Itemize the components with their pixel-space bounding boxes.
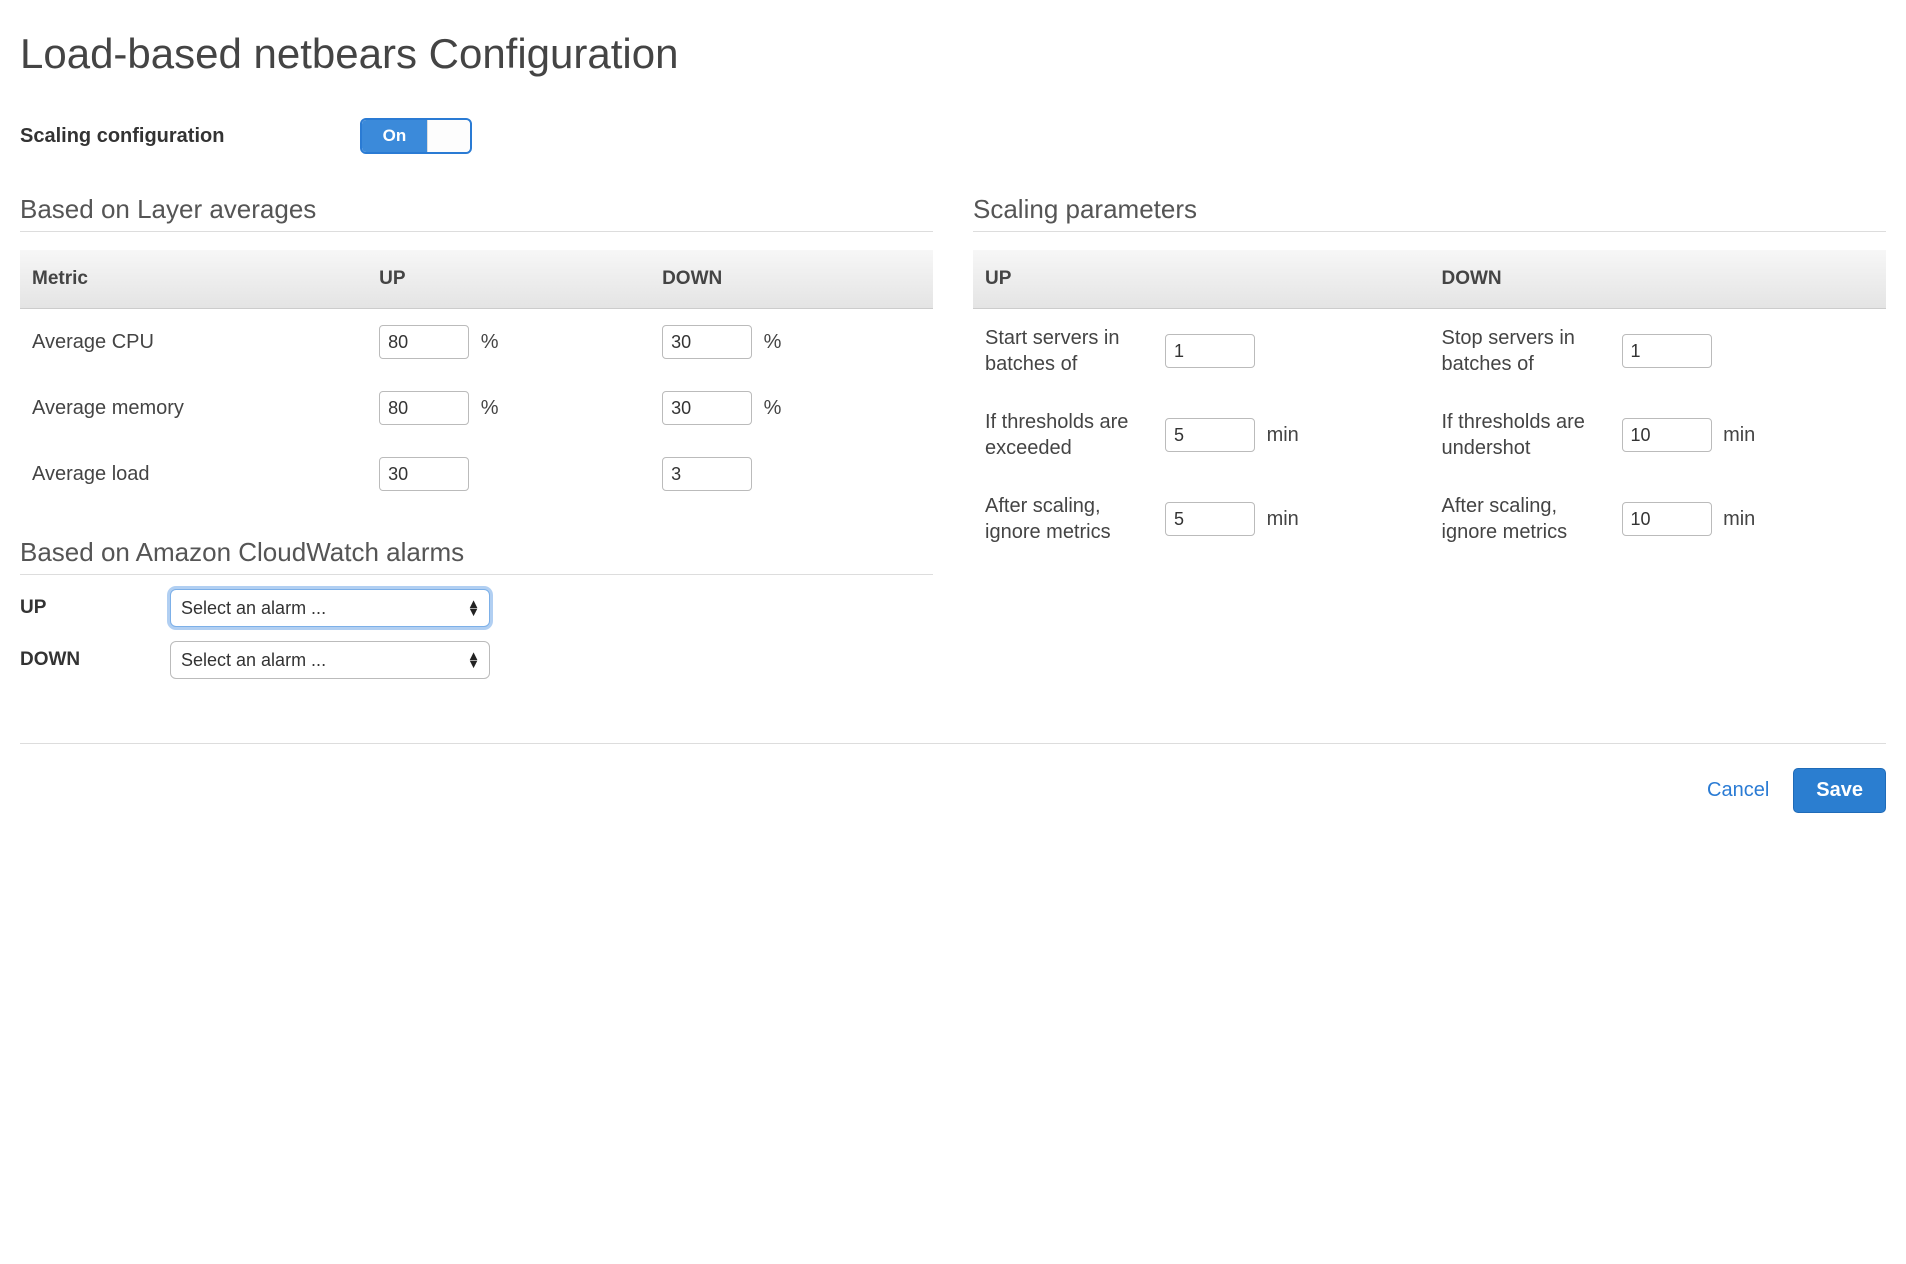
scaling-params-table: UP DOWN Start servers in batches of Stop… — [973, 250, 1886, 561]
unit-label: min — [1723, 424, 1755, 446]
cloudwatch-title: Based on Amazon CloudWatch alarms — [20, 537, 933, 575]
avg-cpu-up-input[interactable] — [379, 325, 469, 359]
unit-label: min — [1723, 508, 1755, 530]
col-up: UP — [973, 250, 1430, 309]
stop-batches-input[interactable] — [1622, 334, 1712, 368]
col-down: DOWN — [650, 250, 933, 309]
save-button[interactable]: Save — [1793, 768, 1886, 813]
layer-averages-table: Metric UP DOWN Average CPU % % — [20, 250, 933, 507]
unit-label: % — [764, 331, 782, 353]
table-row: Average memory % % — [20, 375, 933, 441]
col-metric: Metric — [20, 250, 367, 309]
layer-averages-title: Based on Layer averages — [20, 194, 933, 232]
metric-label: Average CPU — [20, 309, 367, 376]
col-up: UP — [367, 250, 650, 309]
metric-label: Average memory — [20, 375, 367, 441]
cloudwatch-up-select[interactable]: Select an alarm ... — [170, 589, 490, 627]
start-batches-input[interactable] — [1165, 334, 1255, 368]
avg-cpu-down-input[interactable] — [662, 325, 752, 359]
toggle-knob — [427, 120, 470, 152]
param-label: Stop servers in batches of — [1430, 309, 1610, 394]
scaling-params-title: Scaling parameters — [973, 194, 1886, 232]
param-label: If thresholds are exceeded — [973, 393, 1153, 477]
table-row: Average load — [20, 441, 933, 507]
unit-label: % — [481, 331, 499, 353]
cancel-button[interactable]: Cancel — [1707, 779, 1769, 802]
avg-memory-down-input[interactable] — [662, 391, 752, 425]
param-label: After scaling, ignore metrics — [973, 477, 1153, 561]
table-row: If thresholds are exceeded min If thresh… — [973, 393, 1886, 477]
param-label: If thresholds are undershot — [1430, 393, 1610, 477]
toggle-on-label: On — [362, 120, 427, 152]
ignore-up-input[interactable] — [1165, 502, 1255, 536]
col-down: DOWN — [1430, 250, 1887, 309]
threshold-undershot-input[interactable] — [1622, 418, 1712, 452]
param-label: Start servers in batches of — [973, 309, 1153, 394]
avg-load-up-input[interactable] — [379, 457, 469, 491]
avg-load-down-input[interactable] — [662, 457, 752, 491]
cloudwatch-up-label: UP — [20, 597, 170, 619]
table-row: After scaling, ignore metrics min After … — [973, 477, 1886, 561]
param-label: After scaling, ignore metrics — [1430, 477, 1610, 561]
table-row: Average CPU % % — [20, 309, 933, 376]
unit-label: % — [764, 397, 782, 419]
ignore-down-input[interactable] — [1622, 502, 1712, 536]
cloudwatch-down-select[interactable]: Select an alarm ... — [170, 641, 490, 679]
unit-label: min — [1267, 424, 1299, 446]
scaling-config-label: Scaling configuration — [20, 125, 360, 148]
threshold-exceeded-input[interactable] — [1165, 418, 1255, 452]
unit-label: min — [1267, 508, 1299, 530]
metric-label: Average load — [20, 441, 367, 507]
unit-label: % — [481, 397, 499, 419]
page-title: Load-based netbears Configuration — [20, 30, 1886, 78]
table-row: Start servers in batches of Stop servers… — [973, 309, 1886, 394]
avg-memory-up-input[interactable] — [379, 391, 469, 425]
scaling-config-toggle[interactable]: On — [360, 118, 472, 154]
cloudwatch-down-label: DOWN — [20, 649, 170, 671]
